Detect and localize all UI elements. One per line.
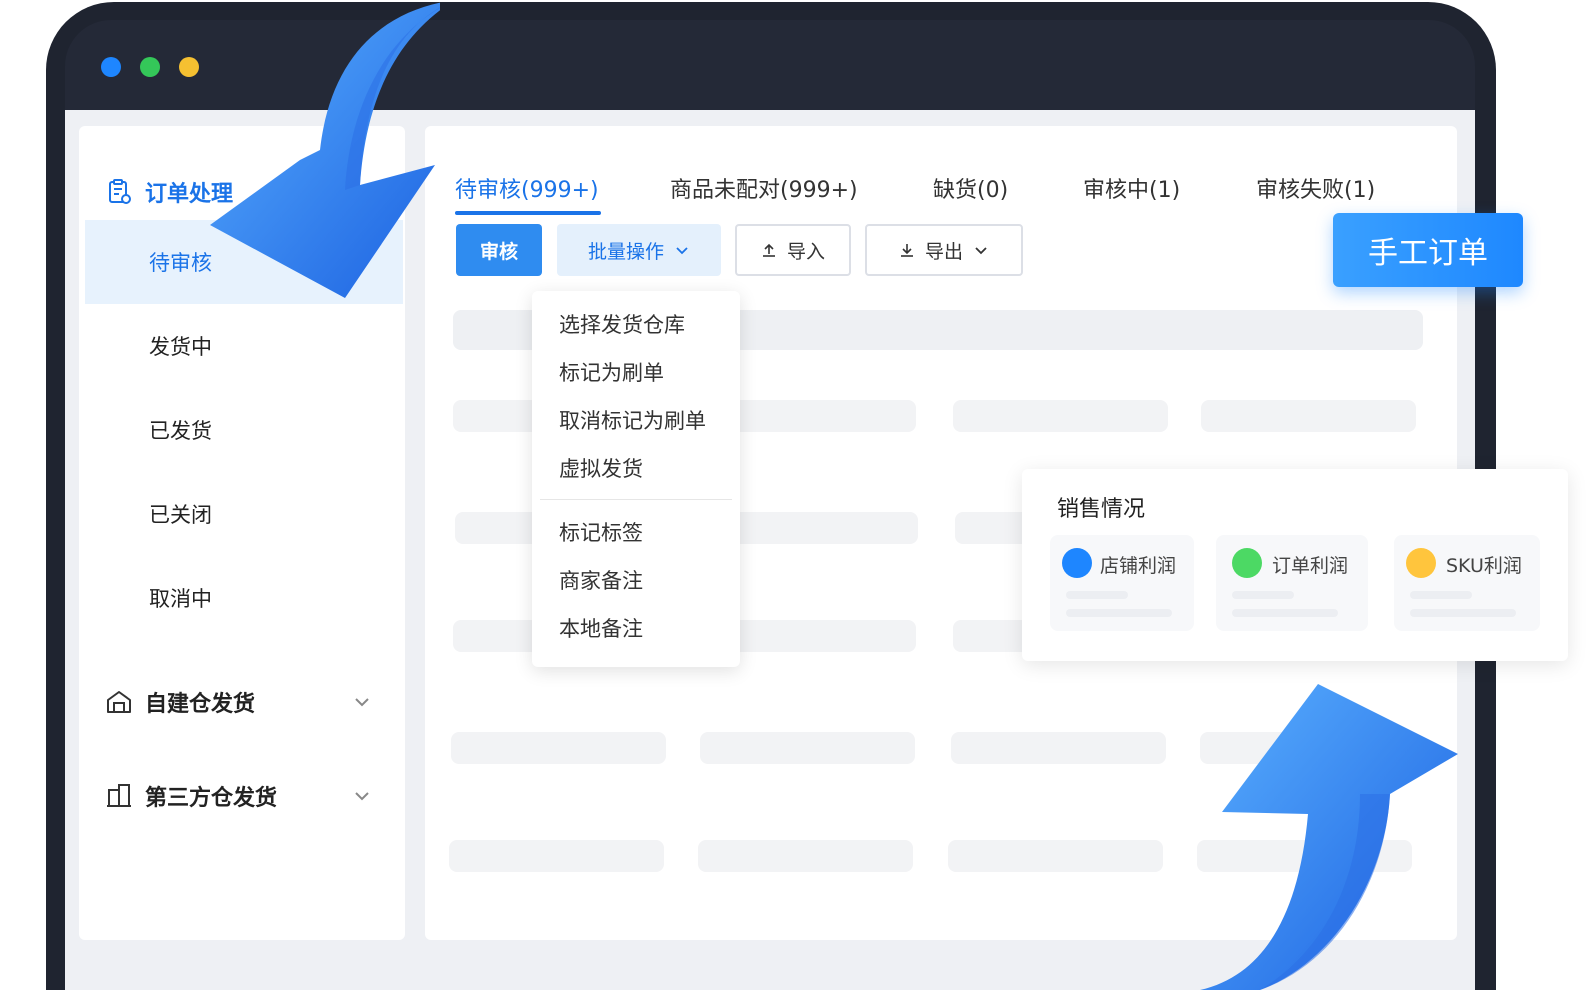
window-close-button[interactable] — [101, 57, 121, 77]
metric-sku-profit[interactable]: SKU利润 — [1394, 535, 1540, 631]
metric-store-profit[interactable]: 店铺利润 — [1050, 535, 1194, 631]
skeleton-cell — [449, 840, 664, 872]
metric-order-profit[interactable]: 订单利润 — [1216, 535, 1368, 631]
skeleton-cell — [698, 840, 913, 872]
skeleton-cell — [451, 732, 666, 764]
upload-icon — [762, 243, 775, 257]
sidebar-item-shipped[interactable]: 已发货 — [85, 388, 403, 472]
chevron-down-icon[interactable] — [353, 693, 371, 711]
metric-skeleton — [1066, 609, 1172, 617]
import-label: 导入 — [786, 240, 825, 263]
sidebar-group-third-party-warehouse[interactable]: 第三方仓发货 — [79, 768, 405, 824]
order-clipboard-icon — [109, 179, 131, 204]
batch-actions-menu: 选择发货仓库 标记为刷单 取消标记为刷单 虚拟发货 标记标签 商家备注 本地备注 — [532, 291, 740, 667]
sidebar-item-label: 已发货 — [149, 419, 212, 443]
skeleton-cell — [951, 732, 1166, 764]
skeleton-cell — [1201, 400, 1416, 432]
sku-profit-dot-icon — [1406, 548, 1436, 578]
sidebar-item-label: 已关闭 — [149, 503, 212, 527]
menu-item-mark-tag[interactable]: 标记标签 — [559, 517, 643, 547]
menu-item-select-warehouse[interactable]: 选择发货仓库 — [559, 309, 685, 339]
metric-skeleton — [1410, 591, 1472, 599]
warehouse-icon — [107, 691, 131, 713]
sidebar-item-label: 取消中 — [149, 587, 212, 611]
tab-unmatched-products[interactable]: 商品未配对(999+) — [670, 172, 858, 204]
chevron-down-icon — [975, 247, 987, 255]
export-label: 导出 — [924, 240, 963, 263]
sidebar-item-label: 发货中 — [149, 335, 212, 359]
batch-actions-button[interactable]: 批量操作 — [557, 224, 721, 276]
metric-skeleton — [1232, 591, 1294, 599]
tab-out-of-stock[interactable]: 缺货(0) — [933, 172, 1008, 204]
metric-skeleton — [1066, 591, 1128, 599]
window-maximize-button[interactable] — [179, 57, 199, 77]
curved-arrow-bottom-icon — [1200, 684, 1458, 990]
manual-order-label: 手工订单 — [1368, 236, 1488, 271]
sidebar-item-shipping[interactable]: 发货中 — [85, 304, 403, 388]
sidebar-group-self-warehouse[interactable]: 自建仓发货 — [79, 674, 405, 730]
menu-item-mark-fake-order[interactable]: 标记为刷单 — [559, 357, 664, 387]
skeleton-cell — [700, 732, 915, 764]
metric-skeleton — [1410, 609, 1516, 617]
menu-item-unmark-fake-order[interactable]: 取消标记为刷单 — [559, 405, 706, 435]
sales-overview-card: 销售情况 店铺利润 订单利润 SKU利润 — [1022, 469, 1568, 661]
download-icon — [900, 244, 913, 257]
chevron-down-icon[interactable] — [353, 787, 371, 805]
metric-skeleton — [1232, 609, 1338, 617]
skeleton-cell — [948, 840, 1163, 872]
active-tab-indicator — [455, 211, 601, 215]
metric-label: 订单利润 — [1272, 555, 1349, 577]
review-button-label: 审核 — [479, 240, 518, 263]
tab-pending-review[interactable]: 待审核(999+) — [455, 172, 599, 204]
menu-item-virtual-ship[interactable]: 虚拟发货 — [559, 453, 643, 483]
sidebar-group-label: 自建仓发货 — [145, 692, 256, 717]
metric-label: SKU利润 — [1446, 555, 1522, 577]
tab-review-failed[interactable]: 审核失败(1) — [1256, 172, 1375, 204]
menu-item-merchant-note[interactable]: 商家备注 — [559, 565, 643, 595]
chevron-down-icon — [676, 247, 688, 255]
order-profit-dot-icon — [1232, 548, 1262, 578]
sidebar-group-label: 第三方仓发货 — [145, 786, 278, 811]
import-button[interactable]: 导入 — [735, 224, 851, 276]
window-minimize-button[interactable] — [140, 57, 160, 77]
store-profit-dot-icon — [1062, 548, 1092, 578]
menu-divider — [540, 499, 732, 500]
menu-item-local-note[interactable]: 本地备注 — [559, 613, 643, 643]
batch-actions-label: 批量操作 — [587, 240, 664, 263]
curved-arrow-top-icon — [210, 2, 440, 298]
sales-card-title: 销售情况 — [1057, 497, 1146, 522]
skeleton-cell — [953, 400, 1168, 432]
sidebar-item-cancelling[interactable]: 取消中 — [85, 556, 403, 640]
review-button[interactable]: 审核 — [456, 224, 542, 276]
sidebar-item-closed[interactable]: 已关闭 — [85, 472, 403, 556]
metric-label: 店铺利润 — [1100, 555, 1177, 577]
building-icon — [107, 784, 131, 807]
tab-under-review[interactable]: 审核中(1) — [1083, 172, 1180, 204]
manual-order-button[interactable]: 手工订单 — [1333, 213, 1523, 287]
export-button[interactable]: 导出 — [865, 224, 1023, 276]
